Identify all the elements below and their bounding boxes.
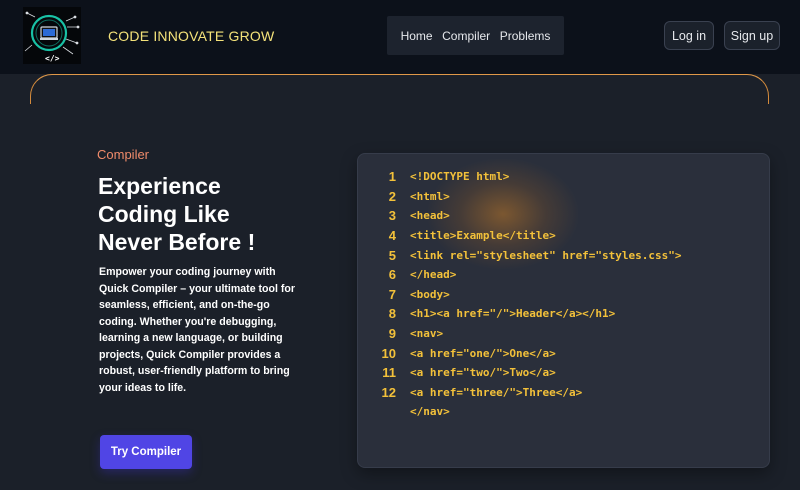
- line-number: 12: [381, 384, 396, 400]
- code-line: 1 <!DOCTYPE html>: [358, 167, 682, 187]
- hero-description: Empower your coding journey with Quick C…: [99, 266, 296, 394]
- section-eyebrow: Compiler: [97, 147, 150, 162]
- code-line: 6 </head>: [358, 265, 682, 285]
- code-text: <link rel="stylesheet" href="styles.css"…: [410, 248, 682, 262]
- code-text: <a href="one/">One</a>: [410, 346, 556, 360]
- line-number: 11: [382, 365, 396, 381]
- site-header: </> CODE INNOVATE GROW Home Compiler Pro…: [0, 0, 800, 74]
- hero-title: Experience Coding Like Never Before !: [98, 173, 256, 255]
- nav-problems[interactable]: Problems: [500, 29, 551, 43]
- code-line: 9 <nav>: [358, 324, 682, 344]
- code-text: <nav>: [410, 327, 444, 341]
- decorative-arc: [30, 74, 769, 104]
- line-number: 8: [388, 306, 396, 322]
- code-text: </head>: [410, 268, 457, 282]
- code-text: <head>: [410, 209, 450, 223]
- code-line: 10 <a href="one/">One</a>: [358, 343, 682, 363]
- code-lines: 1 <!DOCTYPE html> 2 <html> 3 <head> 4 <title…: [358, 167, 682, 422]
- line-number: 10: [381, 345, 396, 361]
- line-number: 5: [388, 247, 396, 263]
- svg-text:</>: </>: [45, 54, 60, 63]
- code-line: 11 <a href="two/">Two</a>: [358, 363, 682, 383]
- line-number: 9: [388, 326, 396, 342]
- brand-name[interactable]: CODE INNOVATE GROW: [108, 28, 274, 44]
- code-text: <a href="three/">Three</a>: [410, 385, 583, 399]
- code-line: 7 <body>: [358, 285, 682, 305]
- code-text: <a href="two/">Two</a>: [410, 366, 556, 380]
- line-number: 1: [388, 169, 396, 185]
- code-line: 12 <a href="three/">Three</a>: [358, 383, 682, 403]
- line-number: 2: [388, 188, 396, 204]
- nav-compiler[interactable]: Compiler: [442, 29, 490, 43]
- code-line: 8 <h1><a href="/">Header</a></h1>: [358, 304, 682, 324]
- signup-button[interactable]: Sign up: [724, 21, 780, 50]
- line-number: 6: [388, 267, 396, 283]
- code-line: 5 <link rel="stylesheet" href="styles.css…: [358, 245, 682, 265]
- code-text: <h1><a href="/">Header</a></h1>: [410, 307, 616, 321]
- code-line: 3 <head>: [358, 206, 682, 226]
- code-line: 2 <html>: [358, 187, 682, 207]
- code-text: <html>: [410, 189, 450, 203]
- line-number: 7: [388, 286, 396, 302]
- code-circuit-logo-icon: </>: [23, 7, 81, 64]
- site-logo[interactable]: </>: [23, 7, 81, 64]
- main-nav: Home Compiler Problems: [387, 16, 564, 55]
- nav-home[interactable]: Home: [401, 29, 433, 43]
- code-preview-panel: 1 <!DOCTYPE html> 2 <html> 3 <head> 4 <title…: [357, 153, 770, 468]
- code-text: <title>Example</title>: [410, 229, 556, 243]
- line-number: 4: [388, 228, 396, 244]
- try-compiler-button[interactable]: Try Compiler: [100, 435, 192, 469]
- code-line: 4 <title>Example</title>: [358, 226, 682, 246]
- login-button[interactable]: Log in: [664, 21, 714, 50]
- code-text: </nav>: [410, 405, 450, 419]
- code-text: <!DOCTYPE html>: [410, 170, 510, 184]
- line-number: 3: [388, 208, 396, 224]
- code-line: </nav>: [358, 402, 682, 422]
- code-text: <body>: [410, 287, 450, 301]
